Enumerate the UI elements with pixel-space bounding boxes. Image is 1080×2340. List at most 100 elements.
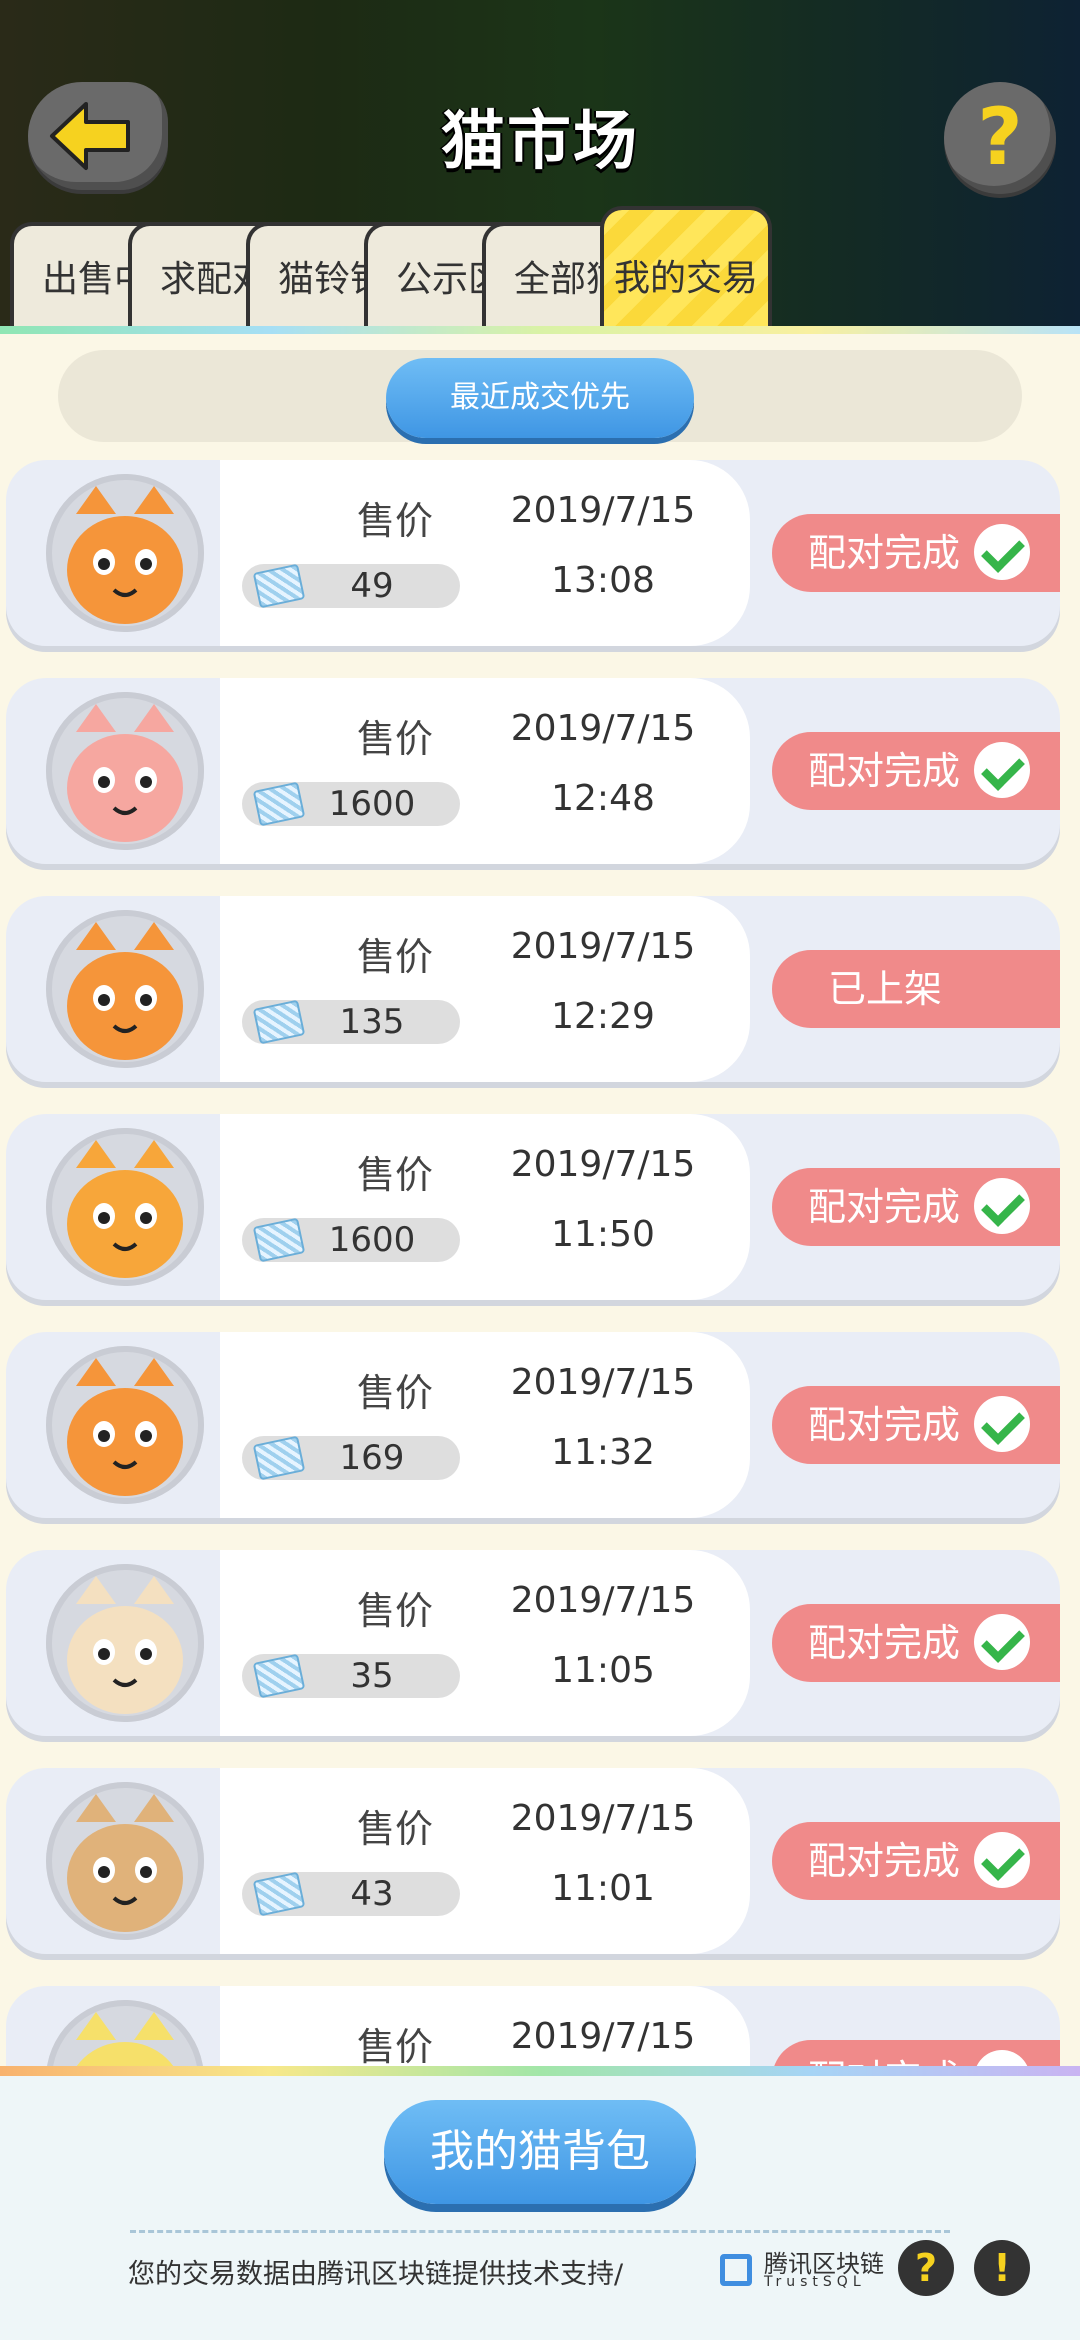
price-value: 49	[350, 566, 394, 606]
price-pill: 49	[242, 563, 460, 609]
ticket-icon	[252, 1653, 306, 1699]
status-label: 配对完成	[808, 1403, 961, 1447]
blockchain-support-text: 您的交易数据由腾讯区块链提供技术支持/	[128, 2259, 624, 2290]
trade-time: 12:48	[551, 778, 655, 819]
trade-time: 13:08	[551, 560, 655, 601]
header-divider	[0, 326, 1080, 334]
info-icon[interactable]: !	[974, 2240, 1030, 2296]
trade-details: 售价 135 2019/7/15 12:29	[220, 896, 750, 1082]
cat-avatar[interactable]	[46, 1346, 204, 1504]
trade-row[interactable]: 售价 1600 2019/7/15 12:48 配对完成	[6, 678, 1060, 864]
status-badge[interactable]: 配对完成	[772, 1386, 1060, 1464]
cat-avatar[interactable]	[46, 692, 204, 850]
status-badge[interactable]: 配对完成	[772, 732, 1060, 810]
trade-row[interactable]: 售价 169 2019/7/15 11:32 配对完成	[6, 1332, 1060, 1518]
blockchain-logo-icon	[720, 2254, 752, 2286]
trade-time: 11:01	[551, 1868, 655, 1909]
my-cat-bag-button[interactable]: 我的猫背包	[384, 2100, 696, 2204]
bottom-divider	[0, 2066, 1080, 2076]
price-label: 售价	[356, 499, 433, 543]
status-badge[interactable]: 配对完成	[772, 514, 1060, 592]
trade-time: 11:50	[551, 1214, 655, 1255]
cat-avatar[interactable]	[46, 1128, 204, 1286]
cat-avatar[interactable]	[46, 1564, 204, 1722]
trade-details: 售价 43 2019/7/15 11:01	[220, 1768, 750, 1954]
trade-date: 2019/7/15	[510, 1362, 696, 1403]
trade-date: 2019/7/15	[510, 1580, 696, 1621]
bottom-panel: 我的猫背包 您的交易数据由腾讯区块链提供技术支持/ 腾讯区块链 TrustSQL…	[0, 2076, 1080, 2340]
price-value: 135	[339, 1002, 405, 1042]
sort-recent-button[interactable]: 最近成交优先	[386, 358, 694, 438]
cat-face-icon	[67, 1794, 183, 1932]
status-label: 已上架	[828, 967, 943, 1011]
tab-my-trades[interactable]: 我的交易	[600, 206, 772, 330]
status-label: 配对完成	[808, 1839, 961, 1883]
check-icon	[974, 1178, 1030, 1234]
status-badge[interactable]: 已上架	[772, 950, 1060, 1028]
trade-details: 售价 1600 2019/7/15 11:50	[220, 1114, 750, 1300]
price-value: 35	[350, 1656, 394, 1696]
trade-date: 2019/7/15	[510, 2016, 696, 2057]
trade-time: 11:32	[551, 1432, 655, 1473]
trade-date: 2019/7/15	[510, 1144, 696, 1185]
cat-avatar[interactable]	[46, 1782, 204, 1940]
page-title: 猫市场	[441, 105, 639, 179]
trade-list[interactable]: 最近成交优先 售价 49 2019/7/15 13:08 配对完成 售价 1600 2019/…	[0, 334, 1080, 2070]
trade-row[interactable]: 售价 43 2019/7/15 11:01 配对完成	[6, 1768, 1060, 1954]
status-label: 配对完成	[808, 1621, 961, 1665]
ticket-icon	[252, 999, 306, 1045]
price-value: 1600	[328, 1220, 416, 1260]
cat-face-icon	[67, 1576, 183, 1714]
price-label: 售价	[356, 1153, 433, 1197]
help-button[interactable]: ?	[944, 82, 1056, 194]
price-value: 43	[350, 1874, 394, 1914]
trade-date: 2019/7/15	[510, 926, 696, 967]
trade-details: 售价 35 2019/7/15 11:05	[220, 1550, 750, 1736]
status-badge[interactable]: 配对完成	[772, 1604, 1060, 1682]
trade-details: 售价 49 2019/7/15 13:08	[220, 460, 750, 646]
price-value: 169	[339, 1438, 405, 1478]
check-icon	[974, 1614, 1030, 1670]
trade-details: 售价 169 2019/7/15 11:32	[220, 1332, 750, 1518]
price-pill: 169	[242, 1435, 460, 1481]
trade-row[interactable]: 售价 135 2019/7/15 12:29 已上架	[6, 896, 1060, 1082]
ticket-icon	[252, 781, 306, 827]
price-pill: 35	[242, 1653, 460, 1699]
status-label: 配对完成	[808, 749, 961, 793]
price-label: 售价	[356, 1589, 433, 1633]
cat-face-icon	[67, 486, 183, 624]
check-icon	[974, 742, 1030, 798]
trade-row[interactable]: 售价 1600 2019/7/15 11:50 配对完成	[6, 1114, 1060, 1300]
cat-face-icon	[67, 704, 183, 842]
trade-row[interactable]: 售价 49 2019/7/15 13:08 配对完成	[6, 460, 1060, 646]
trade-details: 售价 1600 2019/7/15 12:48	[220, 678, 750, 864]
question-icon[interactable]: ?	[898, 2240, 954, 2296]
status-label: 配对完成	[808, 1185, 961, 1229]
trade-date: 2019/7/15	[510, 1798, 696, 1839]
trade-row[interactable]: 售价2019/7/15配对完成	[6, 1986, 1060, 2070]
cat-avatar[interactable]	[46, 474, 204, 632]
check-icon	[974, 1832, 1030, 1888]
cat-face-icon	[74, 2012, 176, 2070]
status-badge[interactable]: 配对完成	[772, 1168, 1060, 1246]
price-pill: 43	[242, 1871, 460, 1917]
tab-bar: 出售中 求配对 猫铃铛 公示区 全部猫 我的交易	[10, 206, 1080, 330]
price-label: 售价	[356, 1371, 433, 1415]
trade-row[interactable]: 售价 35 2019/7/15 11:05 配对完成	[6, 1550, 1060, 1736]
cat-avatar[interactable]	[46, 2000, 204, 2070]
trade-date: 2019/7/15	[510, 708, 696, 749]
blockchain-logo-sub: TrustSQL	[764, 2274, 866, 2290]
price-pill: 1600	[242, 1217, 460, 1263]
status-label: 配对完成	[808, 531, 961, 575]
cat-face-icon	[67, 1358, 183, 1496]
check-icon	[974, 524, 1030, 580]
ticket-icon	[252, 1217, 306, 1263]
check-icon	[974, 1396, 1030, 1452]
price-value: 1600	[328, 784, 416, 824]
ticket-icon	[252, 1871, 306, 1917]
price-label: 售价	[356, 717, 433, 761]
trade-time: 11:05	[551, 1650, 655, 1691]
status-badge[interactable]: 配对完成	[772, 1822, 1060, 1900]
cat-avatar[interactable]	[46, 910, 204, 1068]
ticket-icon	[252, 563, 306, 609]
